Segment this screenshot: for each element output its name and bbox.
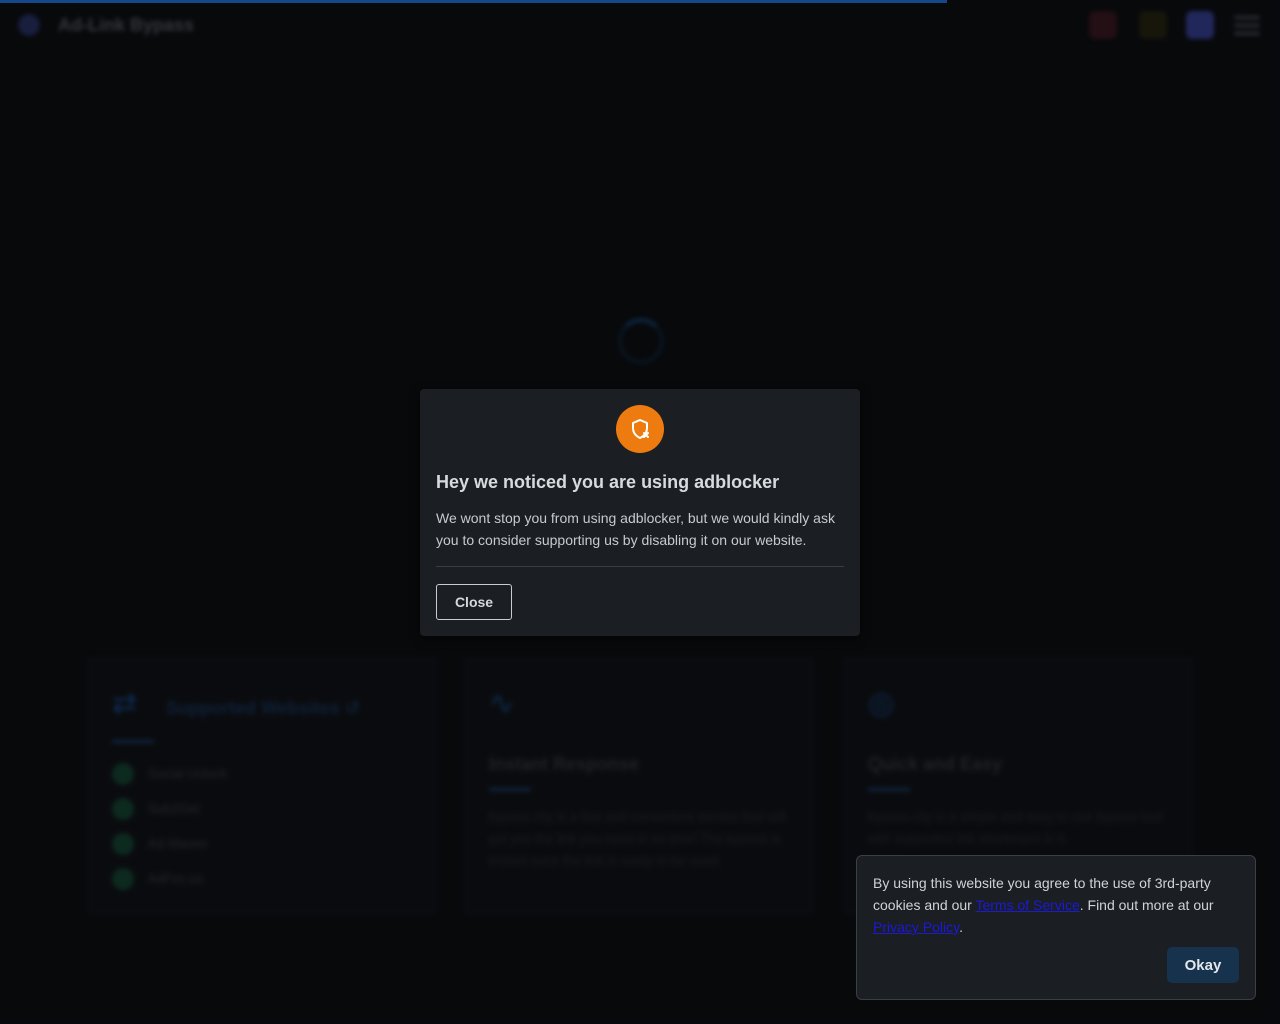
terms-of-service-link[interactable]: Terms of Service (975, 897, 1079, 913)
cookie-banner: By using this website you agree to the u… (856, 855, 1256, 1000)
modal-message: We wont stop you from using adblocker, b… (436, 510, 835, 548)
divider (436, 566, 844, 567)
close-button[interactable]: Close (436, 584, 512, 620)
privacy-policy-link[interactable]: Privacy Policy (873, 919, 959, 935)
okay-button[interactable]: Okay (1167, 947, 1239, 983)
modal-title: Hey we noticed you are using adblocker (436, 472, 780, 492)
cookie-message: By using this website you agree to the u… (873, 875, 1214, 935)
adblock-modal: Hey we noticed you are using adblocker W… (420, 389, 860, 636)
shield-x-icon (616, 405, 664, 453)
